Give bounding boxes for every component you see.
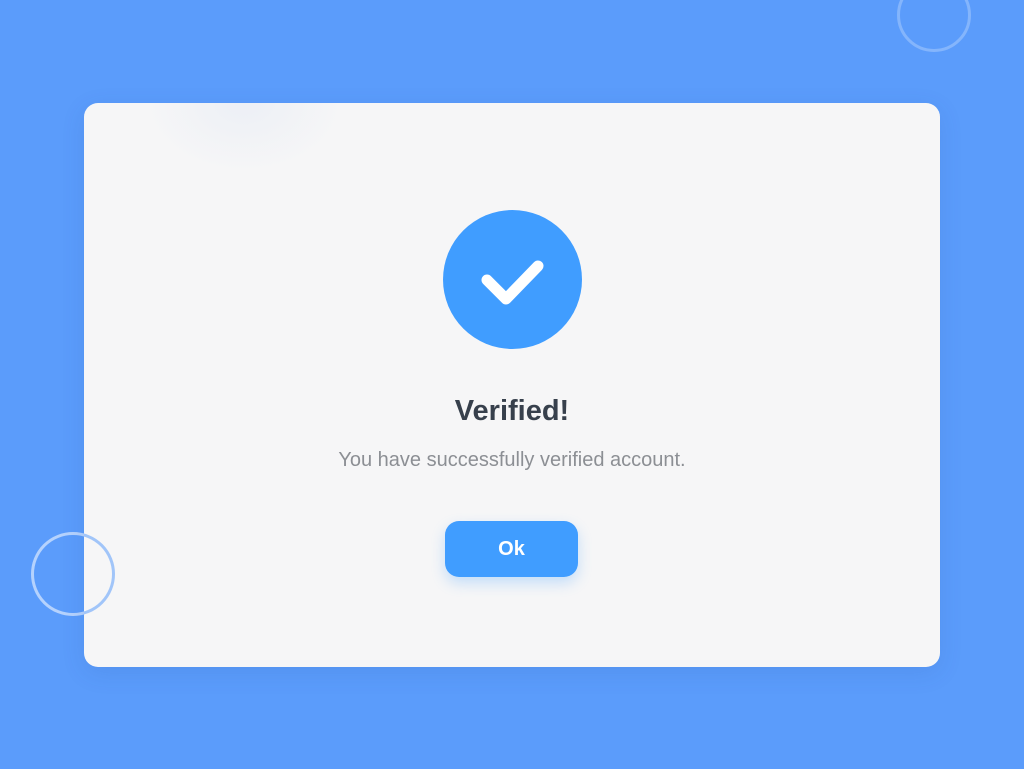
decorative-circle [897, 0, 971, 52]
decorative-glow [144, 103, 344, 173]
decorative-circle [84, 532, 115, 616]
dialog-title: Verified! [454, 395, 570, 427]
checkmark-icon [481, 260, 544, 305]
dialog-message: You have successfully verified account. [338, 449, 686, 471]
success-badge [443, 210, 582, 349]
verification-dialog: Verified! You have successfully verified… [84, 103, 940, 667]
ok-button[interactable]: Ok [445, 521, 578, 577]
